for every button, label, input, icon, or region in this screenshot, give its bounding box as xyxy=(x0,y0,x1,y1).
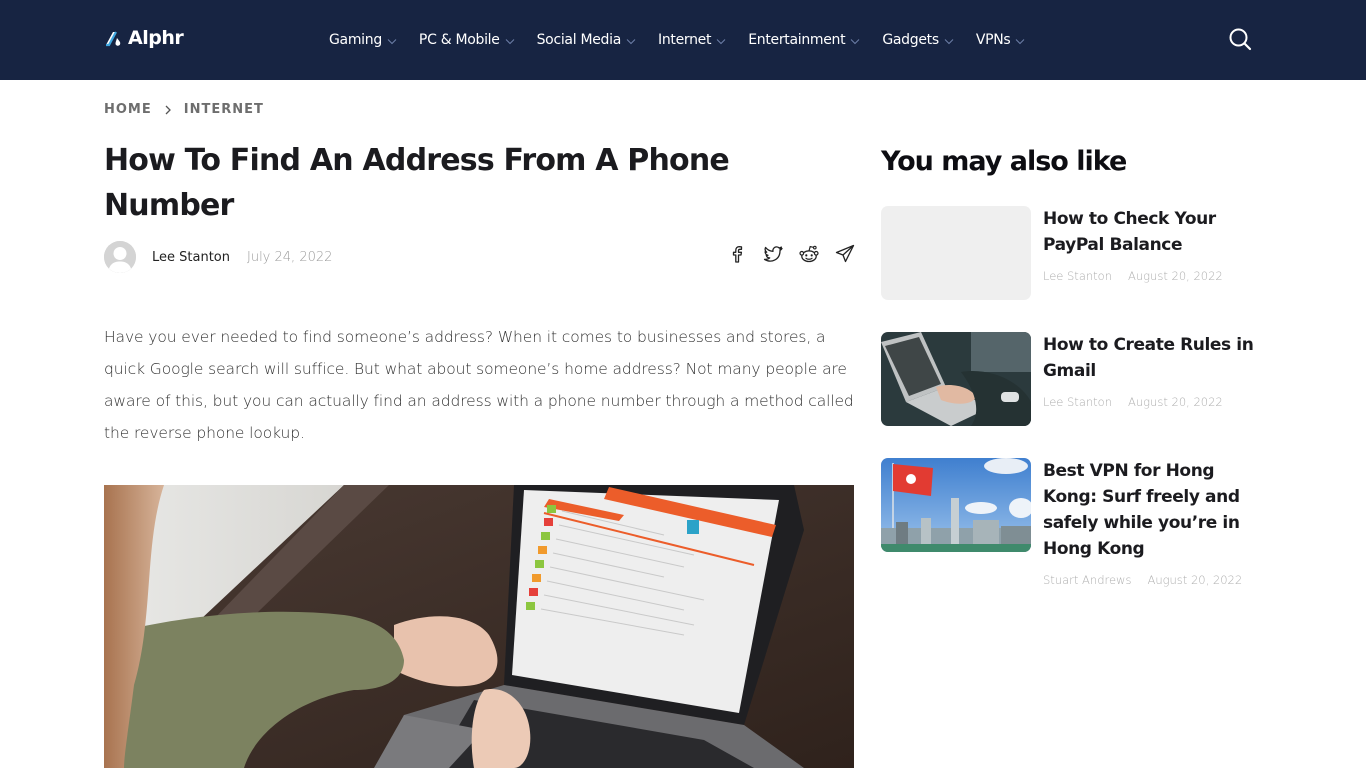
chevron-down-icon xyxy=(850,38,860,44)
nav-label: Internet xyxy=(658,32,712,48)
related-article-title[interactable]: How to Check Your PayPal Balance xyxy=(1043,206,1258,258)
breadcrumb: HOME INTERNET xyxy=(104,102,264,117)
related-article-date: August 20, 2022 xyxy=(1147,573,1243,587)
search-button[interactable] xyxy=(1228,27,1252,51)
nav-item-social-media[interactable]: Social Media xyxy=(537,32,636,48)
chevron-down-icon xyxy=(626,38,636,44)
related-article-author[interactable]: Lee Stanton xyxy=(1043,395,1112,409)
share-reddit-button[interactable] xyxy=(798,243,820,265)
related-article-card[interactable]: How to Create Rules in Gmail Lee Stanton… xyxy=(881,332,1261,432)
share-bar xyxy=(726,243,856,265)
search-icon xyxy=(1229,28,1252,51)
sidebar-heading: You may also like xyxy=(881,146,1127,177)
site-header: Alphr Gaming PC & Mobile Social Media In… xyxy=(0,0,1366,80)
share-twitter-button[interactable] xyxy=(762,243,784,265)
chevron-down-icon xyxy=(1016,38,1025,44)
facebook-icon xyxy=(732,246,743,263)
alphr-logo-icon xyxy=(106,31,121,47)
nav-label: Social Media xyxy=(536,32,622,48)
related-article-meta: Lee Stanton August 20, 2022 xyxy=(1043,395,1223,409)
chevron-right-icon xyxy=(165,105,171,114)
chevron-down-icon xyxy=(387,38,397,44)
share-telegram-button[interactable] xyxy=(834,243,856,265)
nav-label: PC & Mobile xyxy=(418,32,500,48)
hero-image xyxy=(104,485,854,768)
nav-item-entertainment[interactable]: Entertainment xyxy=(748,32,860,48)
logo-text: Alphr xyxy=(128,27,184,49)
article-thumbnail[interactable] xyxy=(881,458,1031,552)
user-avatar-icon xyxy=(104,241,136,273)
breadcrumb-home[interactable]: HOME xyxy=(104,102,152,117)
site-logo[interactable]: Alphr xyxy=(104,26,184,50)
reddit-icon xyxy=(799,245,819,263)
nav-item-gadgets[interactable]: Gadgets xyxy=(882,32,954,48)
related-article-title[interactable]: Best VPN for Hong Kong: Surf freely and … xyxy=(1043,458,1258,562)
breadcrumb-internet[interactable]: INTERNET xyxy=(184,102,264,117)
share-facebook-button[interactable] xyxy=(726,243,748,265)
laptop-photo xyxy=(104,485,854,768)
nav-label: Gaming xyxy=(329,32,382,48)
article-thumbnail[interactable] xyxy=(881,332,1031,426)
hong-kong-flag-skyline-photo xyxy=(881,458,1031,552)
related-article-meta: Lee Stanton August 20, 2022 xyxy=(1043,269,1223,283)
related-article-card[interactable]: Best VPN for Hong Kong: Surf freely and … xyxy=(881,458,1261,598)
publish-date: July 24, 2022 xyxy=(247,249,333,265)
chevron-down-icon xyxy=(944,38,954,44)
article-thumbnail-placeholder[interactable] xyxy=(881,206,1031,300)
nav-item-internet[interactable]: Internet xyxy=(658,32,726,48)
related-article-date: August 20, 2022 xyxy=(1128,395,1223,409)
related-article-meta: Stuart Andrews August 20, 2022 xyxy=(1043,573,1242,587)
nav-label: VPNs xyxy=(975,32,1011,48)
nav-label: Entertainment xyxy=(748,32,846,48)
nav-label: Gadgets xyxy=(882,32,939,48)
related-article-title[interactable]: How to Create Rules in Gmail xyxy=(1043,332,1258,384)
nav-item-vpns[interactable]: VPNs xyxy=(976,32,1026,48)
nav-item-gaming[interactable]: Gaming xyxy=(329,32,397,48)
related-article-card[interactable]: How to Check Your PayPal Balance Lee Sta… xyxy=(881,206,1261,306)
chevron-down-icon xyxy=(505,38,514,44)
author-name[interactable]: Lee Stanton xyxy=(152,250,230,265)
related-article-date: August 20, 2022 xyxy=(1128,269,1223,283)
sidebar-heading-text: You may also like xyxy=(881,146,1127,177)
article-meta: Lee Stanton July 24, 2022 xyxy=(104,241,332,273)
main-nav: Gaming PC & Mobile Social Media Internet… xyxy=(329,0,1047,80)
article-title: How To Find An Address From A Phone Numb… xyxy=(104,143,730,223)
related-article-author[interactable]: Stuart Andrews xyxy=(1043,573,1131,587)
twitter-icon xyxy=(763,246,783,262)
related-article-author[interactable]: Lee Stanton xyxy=(1043,269,1112,283)
nav-item-pc-mobile[interactable]: PC & Mobile xyxy=(419,32,515,48)
laptop-typing-photo xyxy=(881,332,1031,426)
author-avatar[interactable] xyxy=(104,241,136,273)
telegram-icon xyxy=(835,244,855,263)
article-intro: Have you ever needed to find someone’s a… xyxy=(104,328,854,442)
chevron-down-icon xyxy=(716,38,726,44)
